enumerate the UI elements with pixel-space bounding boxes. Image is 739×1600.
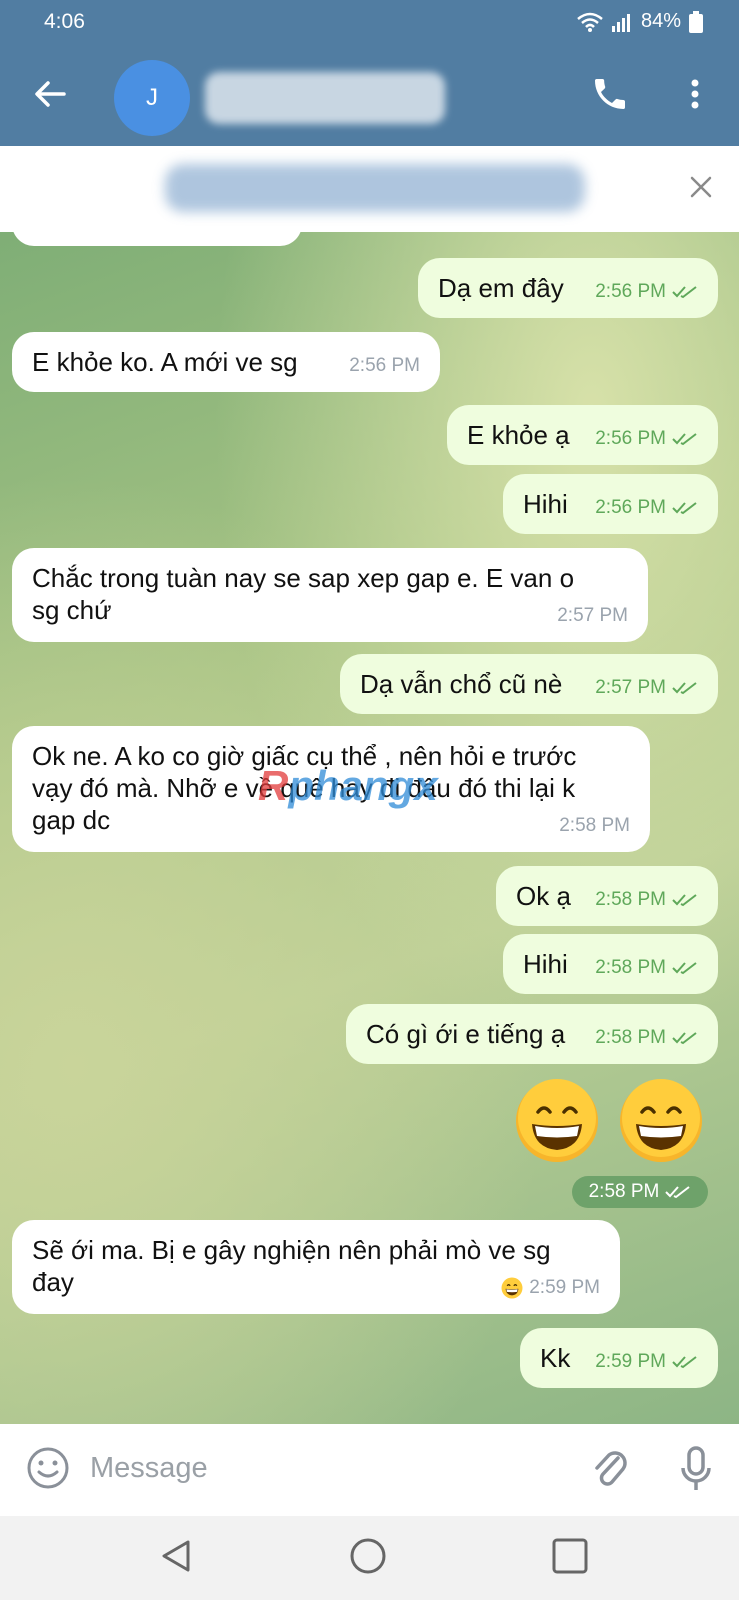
watermark-prefix: R bbox=[258, 762, 289, 809]
message-time: 2:58 PM bbox=[595, 1027, 666, 1048]
emoji-text: 😁😁 bbox=[510, 1078, 511, 1079]
message-text: Sẽ ới ma. Bị e gây nghiện nên phải mò ve… bbox=[32, 1235, 551, 1297]
message-time: 2:57 PM bbox=[595, 677, 666, 698]
battery-percent: 84% bbox=[640, 10, 681, 32]
message-text: Có gì ới e tiếng ạ bbox=[366, 1019, 566, 1049]
message-time: 2:58 PM bbox=[588, 1181, 660, 1202]
watermark-logo: Rphangx bbox=[258, 762, 438, 810]
message-meta: 2:58 PM bbox=[595, 884, 698, 916]
chat-header: J bbox=[0, 44, 739, 146]
avatar[interactable]: J bbox=[114, 60, 190, 136]
emoji-message[interactable]: 😁😁 bbox=[510, 1078, 710, 1168]
double-check-icon bbox=[672, 962, 697, 975]
message-text: Hihi bbox=[523, 489, 568, 519]
phone-icon[interactable] bbox=[590, 74, 630, 114]
message-time: 2:59 PM bbox=[595, 1351, 666, 1372]
mic-icon[interactable] bbox=[676, 1444, 716, 1494]
wifi-icon bbox=[577, 12, 603, 32]
watermark-text: phangx bbox=[288, 762, 438, 809]
message-time: 2:56 PM bbox=[595, 428, 666, 449]
message-text: Dạ vẫn chổ cũ nè bbox=[360, 669, 563, 699]
pinned-message-bar[interactable] bbox=[0, 146, 739, 233]
redacted-contact-name[interactable] bbox=[205, 72, 445, 124]
status-time: 4:06 bbox=[44, 10, 85, 33]
message-time: 2:56 PM bbox=[595, 281, 666, 302]
emoji-time-stamp: 2:58 PM bbox=[572, 1176, 708, 1208]
close-icon[interactable] bbox=[686, 172, 716, 202]
message-text: E khỏe ko. A mới ve sg bbox=[32, 347, 298, 377]
message-bubble-in[interactable]: E khỏe ko. A mới ve sg 2:56 PM bbox=[12, 332, 440, 392]
paperclip-icon[interactable] bbox=[590, 1444, 630, 1492]
double-check-icon bbox=[672, 682, 697, 695]
battery-icon bbox=[689, 10, 703, 33]
message-bubble-out[interactable]: Dạ em đây 2:56 PM bbox=[418, 258, 718, 318]
message-time: 2:58 PM bbox=[595, 957, 666, 978]
message-time: 2:56 PM bbox=[349, 355, 420, 376]
message-text: Chắc trong tuàn nay se sap xep gap e. E … bbox=[32, 563, 575, 625]
message-list[interactable]: Dạ em đây 2:56 PM E khỏe ko. A mới ve sg… bbox=[0, 232, 739, 1424]
status-bar: 4:06 84% bbox=[0, 0, 739, 44]
message-meta: 2:59 PM bbox=[595, 1346, 698, 1378]
message-bubble-out[interactable]: Ok ạ 2:58 PM bbox=[496, 866, 718, 926]
message-time: 2:57 PM bbox=[557, 605, 628, 626]
message-bubble-out[interactable]: E khỏe ạ 2:56 PM bbox=[447, 405, 718, 465]
more-vert-icon[interactable] bbox=[680, 74, 710, 114]
grinning-emoji-icon bbox=[516, 1079, 598, 1162]
double-check-icon bbox=[672, 433, 697, 446]
message-meta: 2:56 PM bbox=[595, 492, 698, 524]
status-icons: 84% bbox=[577, 10, 703, 33]
message-bubble-partial[interactable] bbox=[12, 232, 302, 246]
message-meta: 2:58 PM bbox=[595, 1022, 698, 1054]
message-input-bar: Message bbox=[0, 1424, 739, 1516]
message-bubble-out[interactable]: Có gì ới e tiếng ạ 2:58 PM bbox=[346, 1004, 718, 1064]
message-text: Dạ em đây bbox=[438, 273, 564, 303]
message-time: 2:59 PM bbox=[529, 1277, 600, 1298]
double-check-icon bbox=[665, 1186, 690, 1199]
message-bubble-out[interactable]: Hihi 2:58 PM bbox=[503, 934, 718, 994]
double-check-icon bbox=[672, 286, 697, 299]
message-meta: 2:59 PM bbox=[501, 1272, 600, 1304]
message-text: Hihi bbox=[523, 949, 568, 979]
message-time: 2:58 PM bbox=[595, 889, 666, 910]
message-bubble-in[interactable]: Sẽ ới ma. Bị e gây nghiện nên phải mò ve… bbox=[12, 1220, 620, 1314]
double-check-icon bbox=[672, 1032, 697, 1045]
grinning-emoji-icon bbox=[501, 1277, 523, 1299]
double-check-icon bbox=[672, 502, 697, 515]
message-meta: 2:56 PM bbox=[595, 423, 698, 455]
message-meta: 2:56 PM bbox=[595, 276, 698, 308]
nav-home-icon[interactable] bbox=[348, 1536, 388, 1576]
message-text: Kk bbox=[540, 1343, 571, 1373]
message-text: E khỏe ạ bbox=[467, 420, 570, 450]
message-bubble-out[interactable]: Dạ vẫn chổ cũ nè 2:57 PM bbox=[340, 654, 718, 714]
nav-recents-icon[interactable] bbox=[550, 1536, 590, 1576]
avatar-letter: J bbox=[146, 84, 158, 111]
message-time: 2:58 PM bbox=[559, 815, 630, 836]
system-nav-bar bbox=[0, 1516, 739, 1600]
message-time: 2:56 PM bbox=[595, 497, 666, 518]
grinning-emoji-icon bbox=[620, 1079, 702, 1162]
message-input[interactable]: Message bbox=[90, 1452, 208, 1485]
message-bubble-out[interactable]: Hihi 2:56 PM bbox=[503, 474, 718, 534]
signal-icon bbox=[611, 13, 630, 32]
smile-icon[interactable] bbox=[26, 1446, 70, 1490]
message-bubble-in[interactable]: Chắc trong tuàn nay se sap xep gap e. E … bbox=[12, 548, 648, 642]
nav-back-icon[interactable] bbox=[156, 1536, 196, 1576]
message-meta: 2:58 PM bbox=[595, 952, 698, 984]
message-bubble-out[interactable]: Kk 2:59 PM bbox=[520, 1328, 718, 1388]
back-arrow-icon[interactable] bbox=[30, 74, 70, 114]
message-meta: 2:57 PM bbox=[595, 672, 698, 704]
message-text: Ok ạ bbox=[516, 881, 571, 911]
double-check-icon bbox=[672, 1356, 697, 1369]
double-check-icon bbox=[672, 894, 697, 907]
redacted-pinned-text bbox=[165, 164, 585, 212]
